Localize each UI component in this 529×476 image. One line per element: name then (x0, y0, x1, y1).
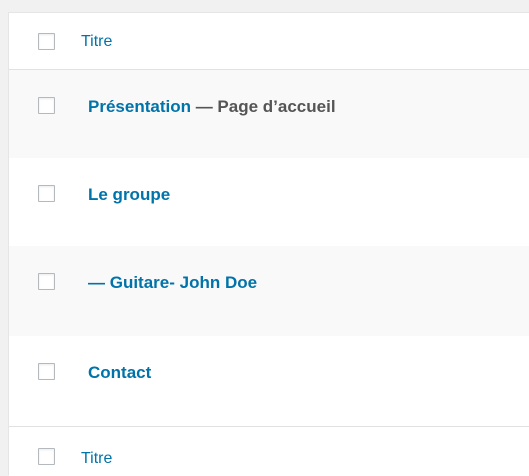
row-title: Contact (88, 363, 151, 383)
table-row: Contact (9, 336, 529, 426)
page-title-link[interactable]: Le groupe (88, 185, 170, 204)
page-title-link[interactable]: Présentation (88, 97, 191, 116)
table-footer: Titre (9, 426, 529, 476)
title-column-header[interactable]: Titre (81, 33, 112, 51)
select-all-checkbox-footer[interactable] (38, 448, 55, 465)
row-title: Présentation — Page d’accueil (88, 97, 336, 117)
select-all-checkbox[interactable] (38, 33, 55, 50)
pages-list-table: Titre Présentation — Page d’accueil Le g… (8, 12, 529, 476)
table-header: Titre (9, 13, 529, 70)
row-title: — Guitare- John Doe (88, 273, 257, 293)
page-state-label: — Page d’accueil (190, 97, 336, 116)
table-row: Présentation — Page d’accueil (9, 70, 529, 158)
row-checkbox[interactable] (38, 97, 55, 114)
row-checkbox[interactable] (38, 185, 55, 202)
row-checkbox[interactable] (38, 363, 55, 380)
page-title-link[interactable]: Contact (88, 363, 151, 382)
row-title: Le groupe (88, 185, 170, 205)
table-row: Le groupe (9, 158, 529, 246)
title-column-footer[interactable]: Titre (81, 450, 112, 468)
page-title-link[interactable]: — Guitare- John Doe (88, 273, 257, 292)
row-checkbox[interactable] (38, 273, 55, 290)
table-row: — Guitare- John Doe (9, 246, 529, 336)
